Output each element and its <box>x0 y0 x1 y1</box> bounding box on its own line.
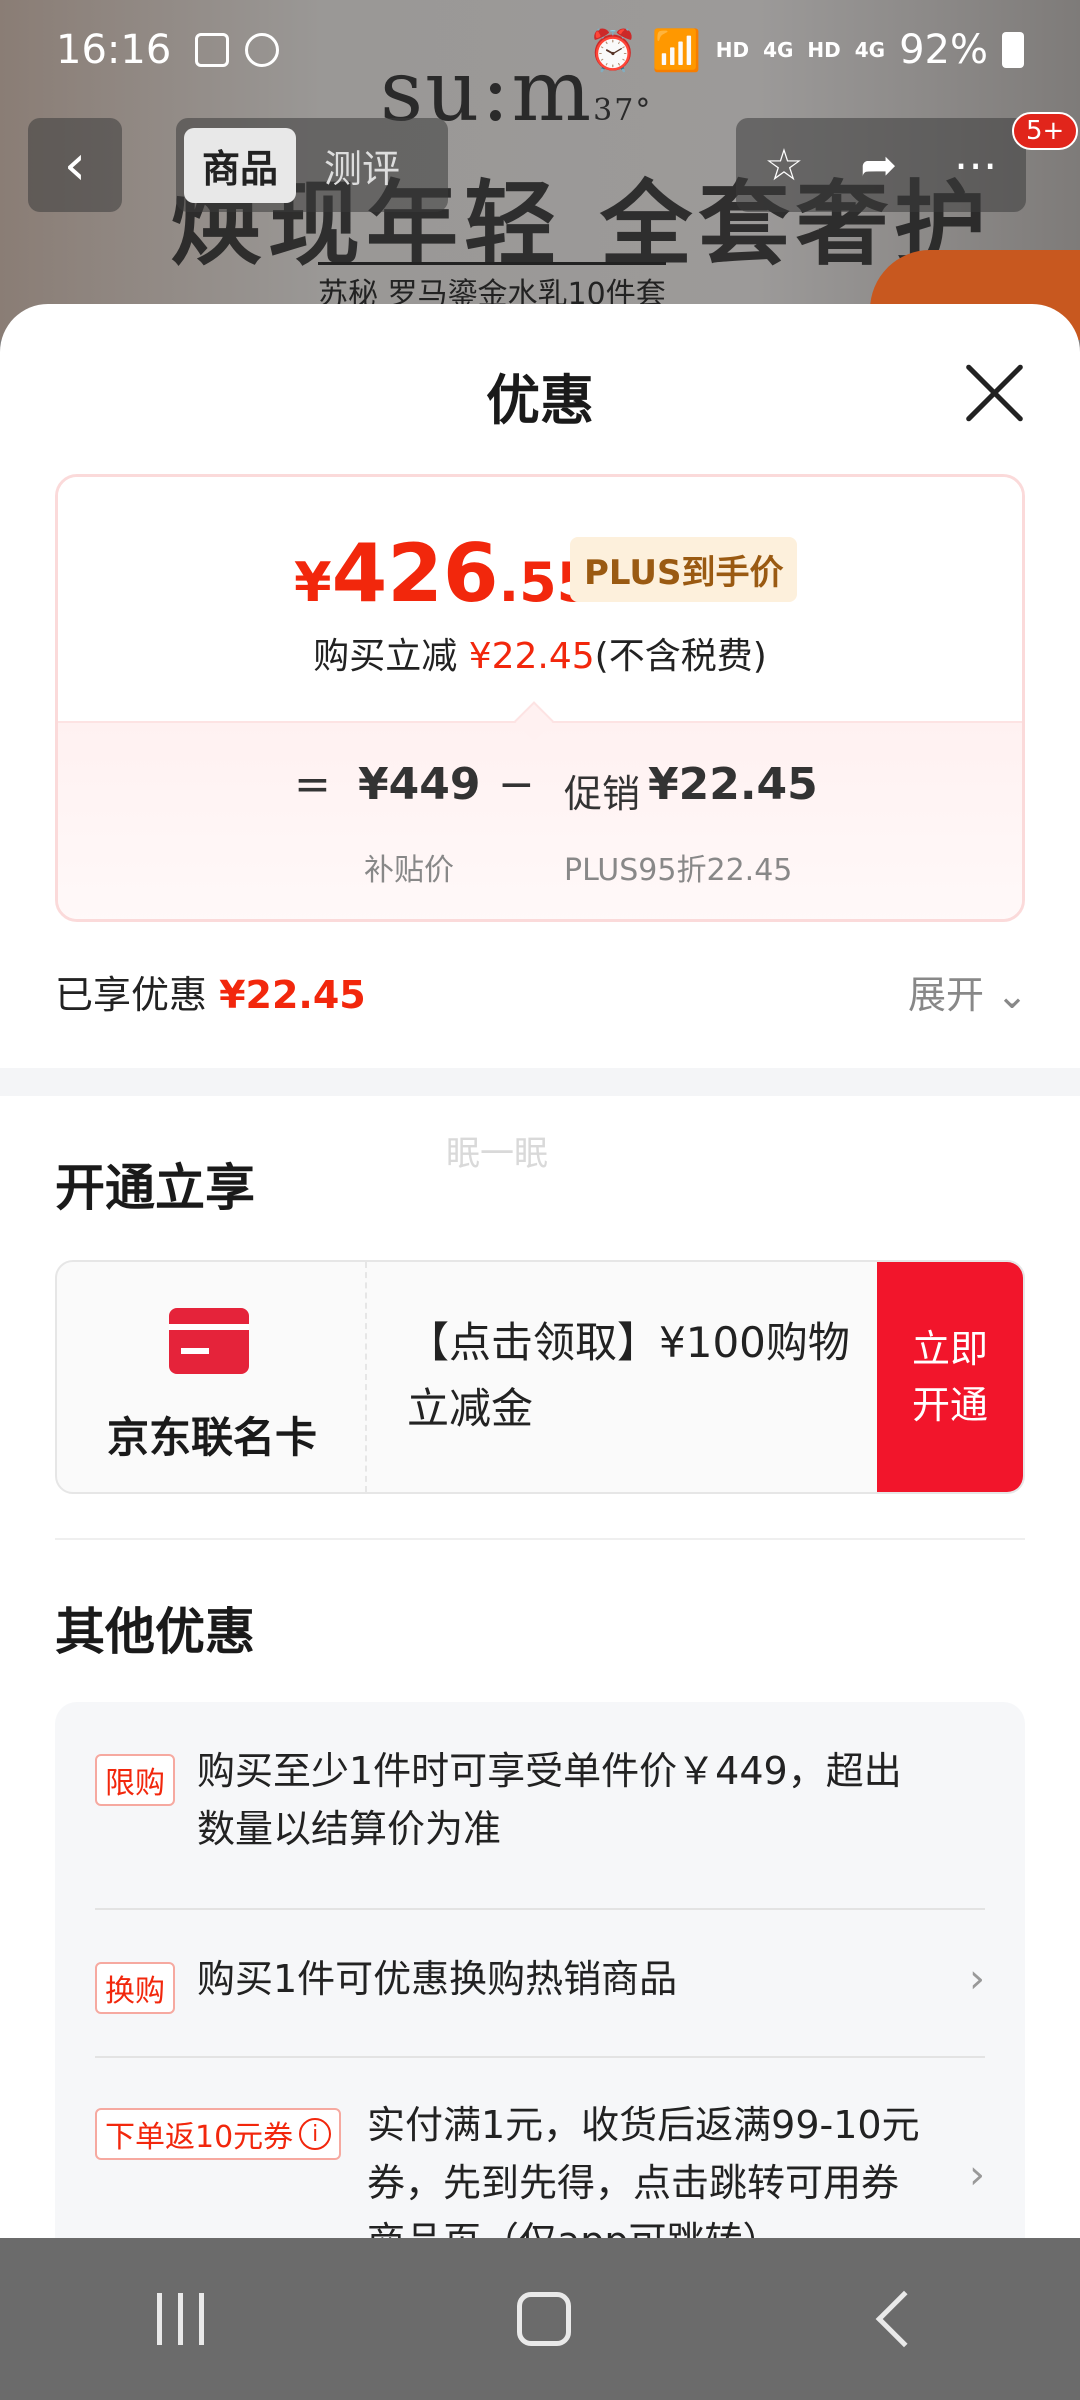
back-button[interactable]: ‹ <box>28 118 122 212</box>
enjoyed-amount: ¥22.45 <box>219 973 366 1017</box>
battery-percent: 92% <box>899 27 988 73</box>
base-price-caption: 补贴价 <box>364 853 454 888</box>
plus-price-tag: PLUS到手价 <box>570 537 798 602</box>
tab-product[interactable]: 商品 <box>184 127 297 203</box>
signal-4g-1: 4G <box>763 38 794 62</box>
offer-text: 购买1件可优惠换购热销商品 <box>197 1957 678 2001</box>
product-tabs: 商品 测评 <box>176 118 448 212</box>
expand-button[interactable]: 展开 ⌄ <box>908 964 1028 1019</box>
info-icon[interactable]: i <box>299 2118 332 2150</box>
close-icon[interactable] <box>962 360 1028 426</box>
alarm-icon: ⏰ <box>588 27 638 74</box>
cobrand-card-offer[interactable]: 京东联名卡 【点击领取】¥100购物立减金 立即开通 <box>55 1260 1025 1494</box>
other-section-title: 其他优惠 <box>55 1603 255 1661</box>
save-amount: ¥22.45 <box>468 636 595 677</box>
list-item: 限购 购买至少1件时可享受单件价￥449，超出数量以结算价为准 <box>95 1748 985 1868</box>
chevron-right-icon: › <box>969 2152 985 2198</box>
formula-promo-label: 促销 <box>564 772 641 816</box>
list-item[interactable]: 换购 购买1件可优惠换购热销商品 › <box>95 1956 985 2026</box>
watermark: 眠一眠 <box>446 1134 548 1174</box>
chevron-right-icon: › <box>969 1956 985 2002</box>
top-actions: ☆ ➦ ⋯ <box>736 118 1026 212</box>
signal-4g-2: 4G <box>854 38 886 62</box>
share-icon[interactable]: ➦ <box>860 140 897 191</box>
offer-tag-coupon: 下单返10元券 i <box>95 2108 342 2160</box>
hd-label-2: HD <box>807 38 841 62</box>
open-card-button[interactable]: 立即开通 <box>877 1262 1023 1492</box>
system-nav-bar <box>0 2238 1080 2400</box>
offer-tag-limit: 限购 <box>95 1754 175 1806</box>
battery-icon <box>1002 32 1024 68</box>
other-offers-list: 限购 购买至少1件时可享受单件价￥449，超出数量以结算价为准 换购 购买1件可… <box>55 1702 1025 2238</box>
chevron-down-icon: ⌄ <box>996 973 1028 1017</box>
tab-review[interactable]: 测评 <box>306 128 418 203</box>
favorite-star-icon[interactable]: ☆ <box>764 140 803 191</box>
chevron-left-icon: ‹ <box>63 132 87 198</box>
offer-text: 实付满1元，收货后返满99-10元券，先到先得，点击跳转可用券商品页（仅app可… <box>367 2103 920 2238</box>
notification-icon <box>195 33 230 67</box>
card-offer-desc: 【点击领取】¥100购物立减金 <box>407 1318 850 1433</box>
card-name: 京东联名卡 <box>106 1413 317 1462</box>
final-price: ¥426.55 <box>294 527 595 620</box>
sheet-title: 优惠 <box>486 369 594 432</box>
back-icon[interactable] <box>875 2290 932 2348</box>
message-badge: 5+ <box>1012 112 1079 150</box>
more-icon[interactable]: ⋯ <box>954 140 998 191</box>
enjoyed-discount: 已享优惠 ¥22.45 <box>55 973 366 1017</box>
price-card: ¥426.55 PLUS到手价 购买立减 ¥22.45(不含税费) = ¥449… <box>55 474 1025 922</box>
home-icon[interactable] <box>516 2292 571 2346</box>
hd-label-1: HD <box>715 38 750 62</box>
qq-icon <box>245 33 280 67</box>
instant-save-line: 购买立减 ¥22.45(不含税费) <box>313 636 767 677</box>
price-formula: = ¥449 − 促销 ¥22.45 补贴价 PLUS95折22.45 <box>58 721 1022 919</box>
offer-text: 购买至少1件时可享受单件价￥449，超出数量以结算价为准 <box>197 1749 902 1851</box>
formula-base-price: ¥449 <box>358 759 481 810</box>
open-section-title: 开通立享 <box>55 1159 255 1217</box>
credit-card-icon <box>169 1308 249 1374</box>
discount-sheet: 优惠 ¥426.55 PLUS到手价 购买立减 ¥22.45(不含税费) = ¥… <box>0 304 1080 2238</box>
recents-icon[interactable] <box>156 2293 204 2345</box>
offer-tag-exchange: 换购 <box>95 1962 175 2014</box>
formula-promo-amount: ¥22.45 <box>648 759 818 810</box>
promo-caption: PLUS95折22.45 <box>564 853 793 888</box>
clock: 16:16 <box>56 27 172 73</box>
status-bar: 16:16 ⏰ 📶 HD 4G HD 4G 92% <box>0 0 1080 100</box>
formula-equals: = <box>294 759 331 810</box>
wifi-icon: 📶 <box>651 27 702 74</box>
formula-minus: − <box>498 759 535 810</box>
list-item[interactable]: 下单返10元券 i 实付满1元，收货后返满99-10元券，先到先得，点击跳转可用券… <box>95 2102 985 2238</box>
